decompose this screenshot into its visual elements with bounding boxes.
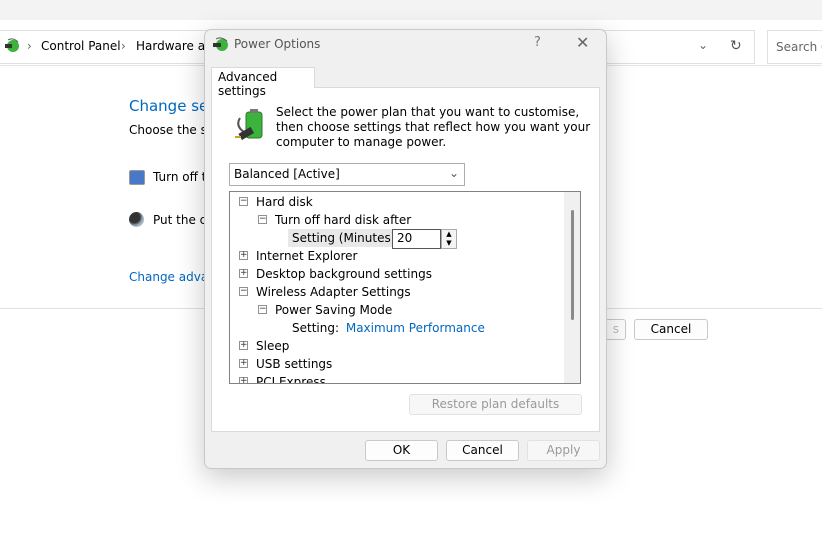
collapse-icon[interactable]: − (239, 287, 248, 296)
chevron-down-icon[interactable]: ⌄ (698, 38, 708, 52)
tree-item-label: Power Saving Mode (275, 303, 393, 317)
spin-down-icon[interactable]: ▼ (442, 239, 456, 248)
minutes-spinner-input[interactable]: 20 (392, 229, 441, 249)
background-cancel-button[interactable]: Cancel (634, 319, 708, 340)
spin-up-icon[interactable]: ▲ (442, 230, 456, 239)
tree-item-label: Turn off hard disk after (275, 213, 412, 227)
tree-item-usb-settings[interactable]: + USB settings (239, 355, 332, 373)
advanced-settings-panel: Select the power plan that you want to c… (211, 87, 600, 432)
change-advanced-link[interactable]: Change advan (129, 270, 216, 284)
dialog-description: Select the power plan that you want to c… (276, 105, 591, 149)
tree-item-power-saving-mode[interactable]: − Power Saving Mode (258, 301, 392, 319)
tree-item-internet-explorer[interactable]: + Internet Explorer (239, 247, 357, 265)
expand-icon[interactable]: + (239, 377, 248, 383)
expand-icon[interactable]: + (239, 341, 248, 350)
top-strip (0, 0, 822, 20)
tree-item-power-saving-setting: Setting: Maximum Performance (292, 319, 485, 337)
power-options-icon (5, 38, 19, 52)
turn-off-display-label: Turn off t (153, 170, 207, 184)
settings-tree: − Hard disk − Turn off hard disk after Set… (229, 191, 581, 384)
breadcrumb-hardware[interactable]: Hardware an (136, 39, 213, 53)
spinner-buttons[interactable]: ▲ ▼ (441, 229, 457, 249)
search-input[interactable]: Search C (767, 30, 822, 64)
power-saving-value-link[interactable]: Maximum Performance (346, 321, 485, 335)
help-button[interactable]: ? (534, 35, 541, 50)
power-options-icon (213, 37, 228, 51)
setting-label: Setting: (292, 321, 340, 335)
tab-advanced-settings[interactable]: Advanced settings (211, 67, 315, 98)
dialog-title: Power Options (234, 37, 321, 51)
sleep-moon-icon (129, 212, 144, 227)
tree-item-label: Wireless Adapter Settings (256, 285, 411, 299)
tree-item-label: Internet Explorer (256, 249, 358, 263)
close-icon[interactable]: ✕ (576, 33, 589, 52)
chevron-down-icon: ⌄ (448, 166, 459, 180)
page-title: Change set (129, 97, 215, 115)
power-plan-select[interactable]: Balanced [Active] ⌄ (229, 163, 465, 186)
expand-icon[interactable]: + (239, 269, 248, 278)
apply-button[interactable]: Apply (527, 440, 600, 461)
refresh-icon[interactable]: ↻ (730, 38, 742, 54)
restore-plan-defaults-button[interactable]: Restore plan defaults (409, 394, 582, 415)
tree-item-label: Hard disk (256, 195, 313, 209)
scrollbar-thumb[interactable] (571, 210, 574, 320)
ok-button[interactable]: OK (365, 440, 438, 461)
expand-icon[interactable]: + (239, 251, 248, 260)
chevron-right-icon: › (121, 39, 126, 53)
battery-plug-icon (235, 109, 263, 140)
tree-item-label: USB settings (256, 357, 333, 371)
chevron-right-icon: › (27, 39, 32, 53)
cancel-button[interactable]: Cancel (446, 440, 519, 461)
tree-item-label: PCI Express (256, 375, 326, 384)
power-options-dialog: Power Options ? ✕ Advanced settings Sele… (204, 29, 607, 469)
expand-icon[interactable]: + (239, 359, 248, 368)
breadcrumb-control-panel[interactable]: Control Panel (41, 39, 121, 53)
tree-item-pci-express[interactable]: + PCI Express (239, 373, 326, 384)
tree-item-label: Sleep (256, 339, 290, 353)
tree-item-sleep[interactable]: + Sleep (239, 337, 289, 355)
tree-scrollbar[interactable] (564, 192, 580, 383)
tree-item-hard-disk[interactable]: − Hard disk (239, 193, 313, 211)
collapse-icon[interactable]: − (258, 215, 267, 224)
power-plan-value: Balanced [Active] (234, 167, 340, 181)
tree-item-wireless-adapter[interactable]: − Wireless Adapter Settings (239, 283, 411, 301)
tree-item-setting-minutes: Setting (Minutes): (288, 229, 404, 247)
setting-label: Setting (Minutes): (292, 231, 400, 245)
tree-item-desktop-background[interactable]: + Desktop background settings (239, 265, 432, 283)
tree-item-turn-off-hard-disk[interactable]: − Turn off hard disk after (258, 211, 411, 229)
collapse-icon[interactable]: − (239, 197, 248, 206)
tree-item-label: Desktop background settings (256, 267, 432, 281)
collapse-icon[interactable]: − (258, 305, 267, 314)
display-clock-icon (129, 170, 145, 185)
